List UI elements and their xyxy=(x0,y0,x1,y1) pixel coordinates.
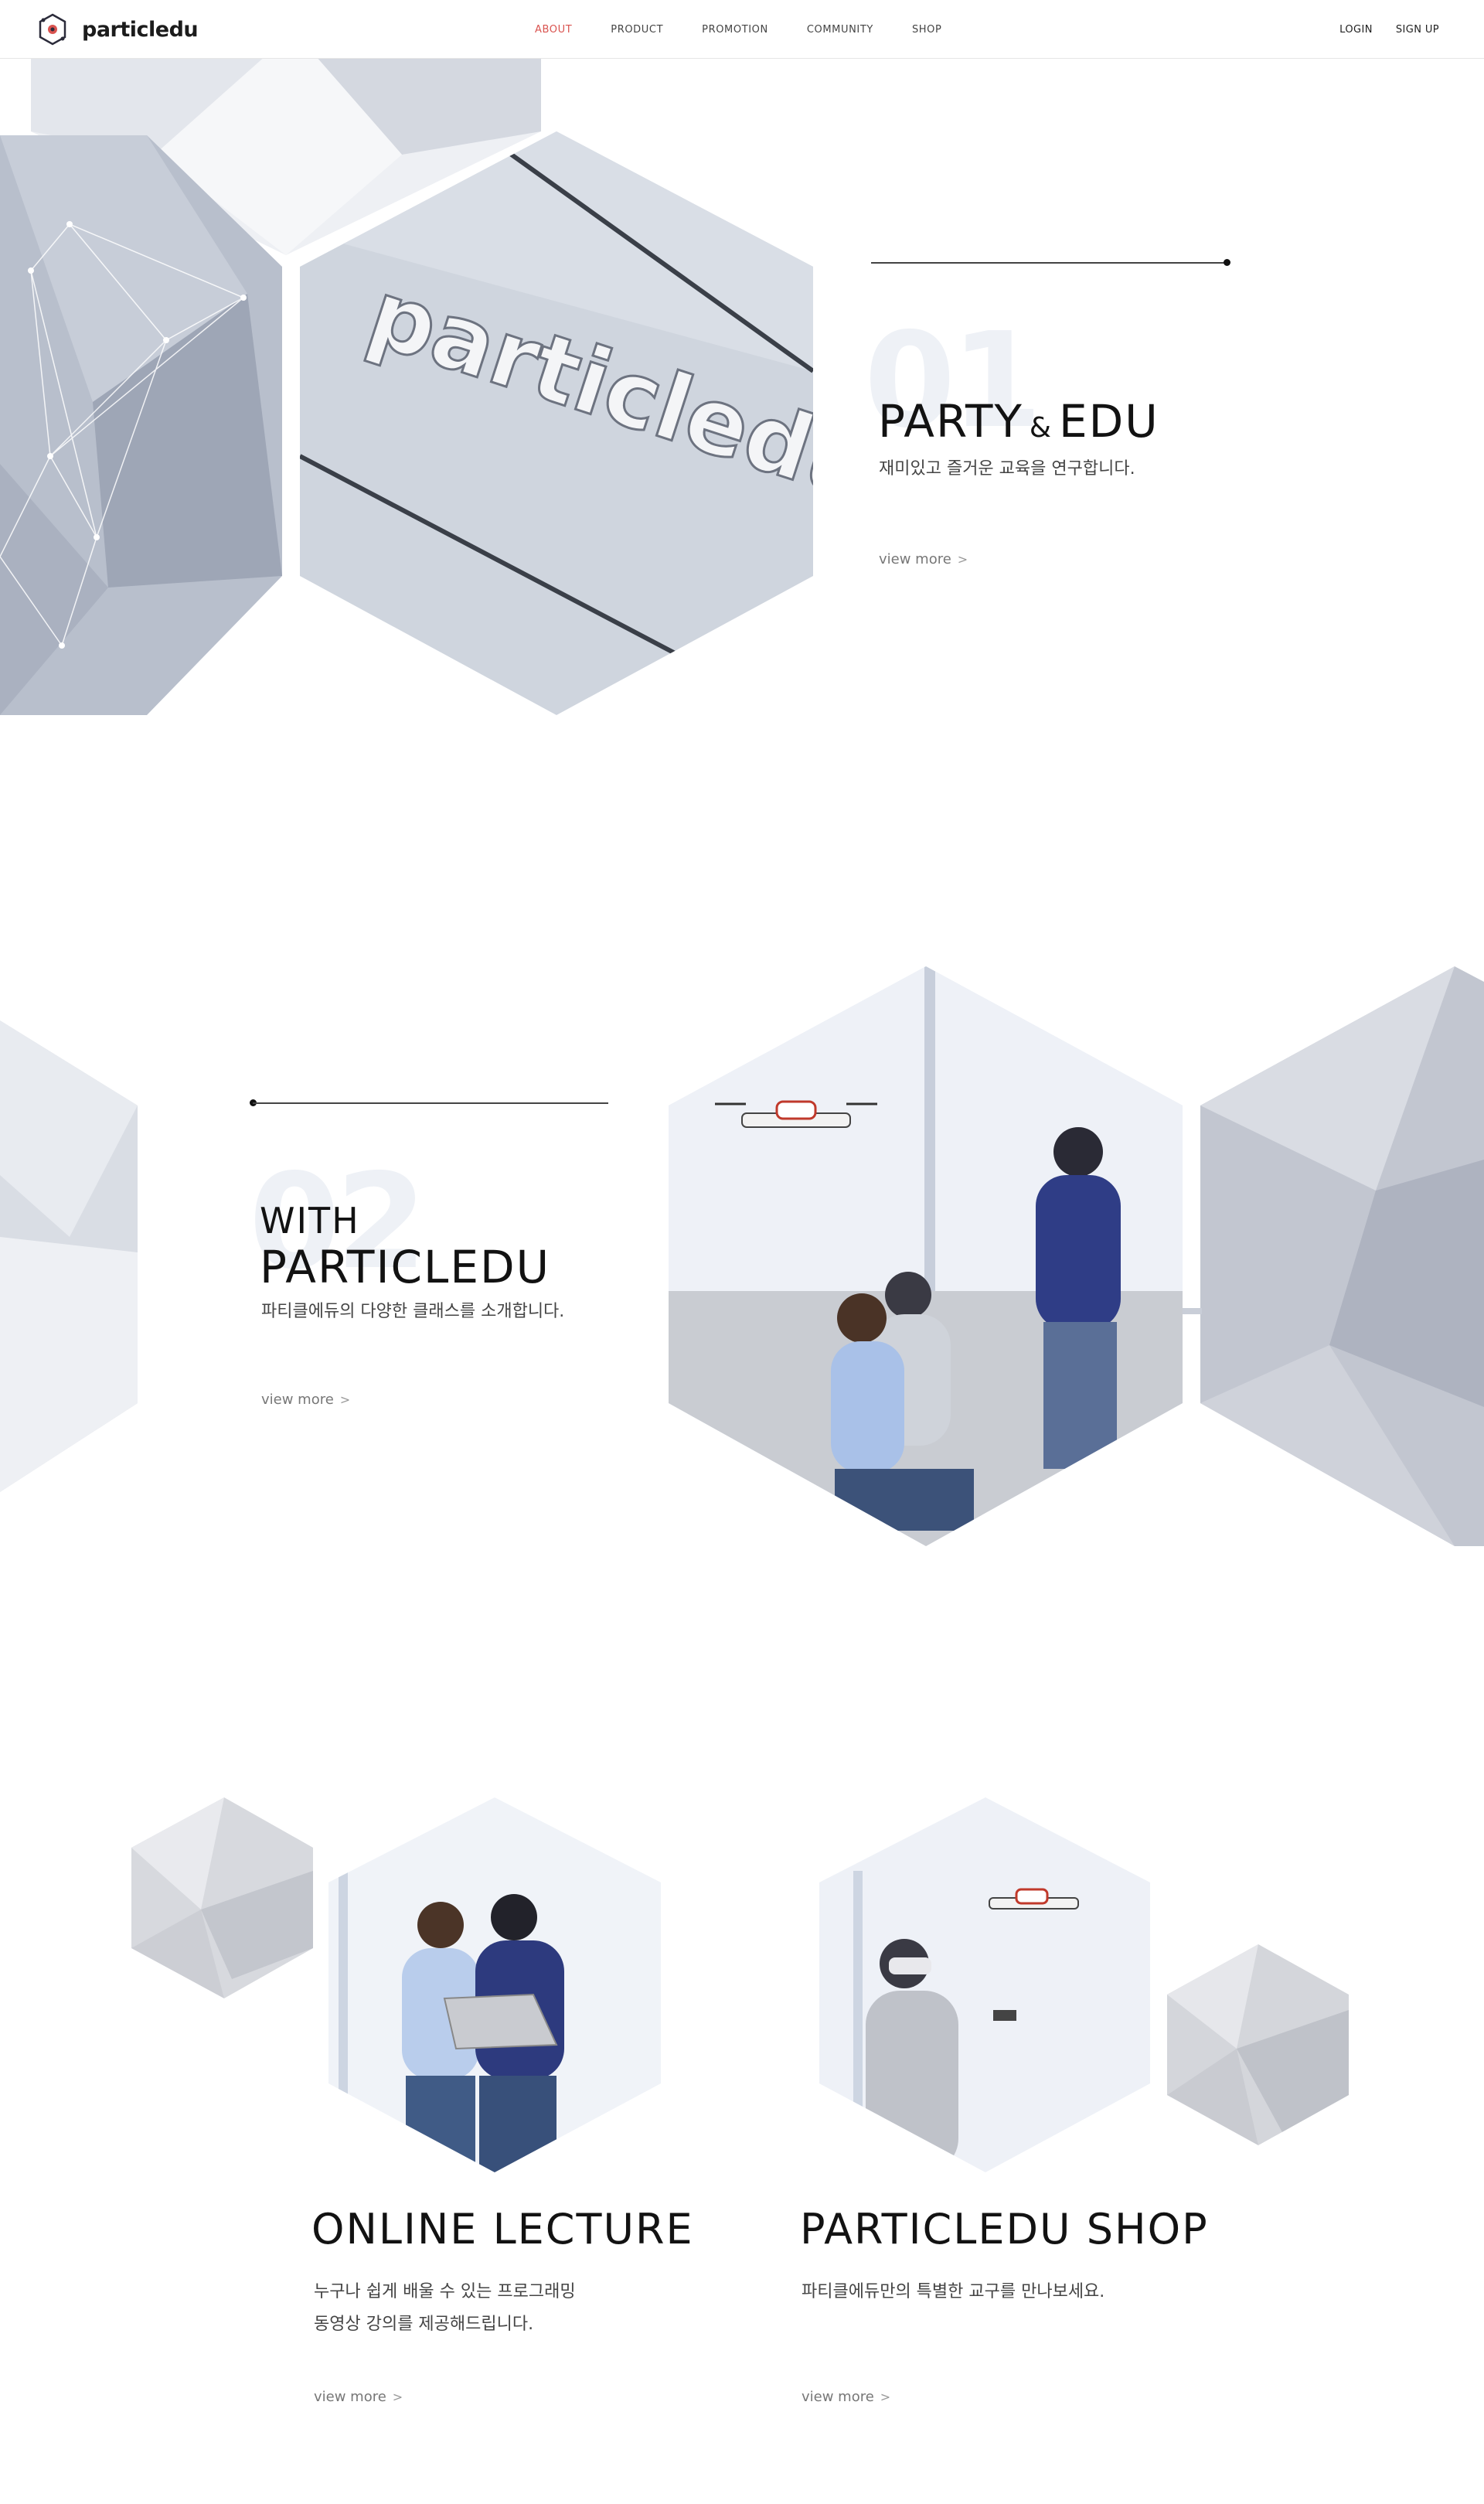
drone-class-photo xyxy=(669,966,1183,1546)
nav-item-community[interactable]: COMMUNITY xyxy=(807,24,873,36)
section1-hex-artwork: particledu xyxy=(0,31,813,715)
section1-view-more-label: view more xyxy=(879,551,951,567)
online-lecture-description-line2: 동영상 강의를 제공해드립니다. xyxy=(314,2315,534,2334)
particledu-shop-photo xyxy=(819,1797,1150,2172)
particledu-shop-description: 파티클에듀만의 특별한 교구를 만나보세요. xyxy=(802,2282,1105,2301)
section2-rule xyxy=(253,1102,608,1104)
section2-view-more-link[interactable]: view more > xyxy=(261,1392,350,1408)
chevron-right-icon: > xyxy=(392,2390,403,2404)
site-logo[interactable]: particledu xyxy=(36,11,199,48)
small-right-hex-image xyxy=(1167,1944,1349,2145)
section1-title-amp: & xyxy=(1029,412,1053,444)
section1-description: 재미있고 즐거운 교육을 연구합니다. xyxy=(879,459,1135,479)
chevron-right-icon: > xyxy=(339,1392,351,1407)
small-left-hex-image xyxy=(131,1797,313,1998)
nav-item-promotion[interactable]: PROMOTION xyxy=(702,24,768,36)
chevron-right-icon: > xyxy=(957,552,968,567)
particledu-shop-view-more-label: view more xyxy=(802,2389,874,2405)
section2-title-line1: WITH xyxy=(260,1200,360,1242)
nav-item-about[interactable]: ABOUT xyxy=(535,24,572,36)
section1-title-a: PARTY xyxy=(878,395,1023,448)
section2-view-more-label: view more xyxy=(261,1392,334,1408)
left-partial-hex-image xyxy=(0,1020,138,1492)
section2-hex-artwork xyxy=(0,966,1484,1546)
signup-link[interactable]: SIGN UP xyxy=(1396,24,1439,36)
building-sign-hex-image: particledu xyxy=(300,131,813,715)
particledu-shop-view-more-link[interactable]: view more > xyxy=(802,2389,890,2405)
nav-item-product[interactable]: PRODUCT xyxy=(611,24,663,36)
section1-rule xyxy=(871,262,1227,264)
section1-title: PARTY & EDU xyxy=(878,395,1159,448)
section1-rule-dot xyxy=(1224,259,1230,266)
nav-item-shop[interactable]: SHOP xyxy=(912,24,942,36)
section2-description: 파티클에듀의 다양한 클래스를 소개합니다. xyxy=(261,1302,565,1321)
particledu-shop-title: PARTICLEDU SHOP xyxy=(800,2205,1209,2254)
right-partial-hex-image xyxy=(1200,966,1484,1546)
chevron-right-icon: > xyxy=(880,2390,891,2404)
online-lecture-title: ONLINE LECTURE xyxy=(311,2205,694,2254)
section1-view-more-link[interactable]: view more > xyxy=(879,551,968,567)
login-link[interactable]: LOGIN xyxy=(1339,24,1373,36)
brand-name: particledu xyxy=(82,17,199,42)
online-lecture-photo xyxy=(328,1797,661,2172)
section2-title-line2: PARTICLEDU xyxy=(260,1241,551,1293)
online-lecture-description-line1: 누구나 쉽게 배울 수 있는 프로그래밍 xyxy=(314,2282,576,2301)
section3-hex-artwork xyxy=(131,1797,1349,2172)
site-header: particledu ABOUT PRODUCT PROMOTION COMMU… xyxy=(0,0,1484,59)
main-nav: ABOUT PRODUCT PROMOTION COMMUNITY SHOP xyxy=(535,0,980,59)
section1-title-b: EDU xyxy=(1058,395,1159,448)
auth-links: LOGIN SIGN UP xyxy=(1316,0,1439,59)
online-lecture-view-more-label: view more xyxy=(314,2389,386,2405)
atom-icon xyxy=(39,13,66,46)
online-lecture-view-more-link[interactable]: view more > xyxy=(314,2389,403,2405)
